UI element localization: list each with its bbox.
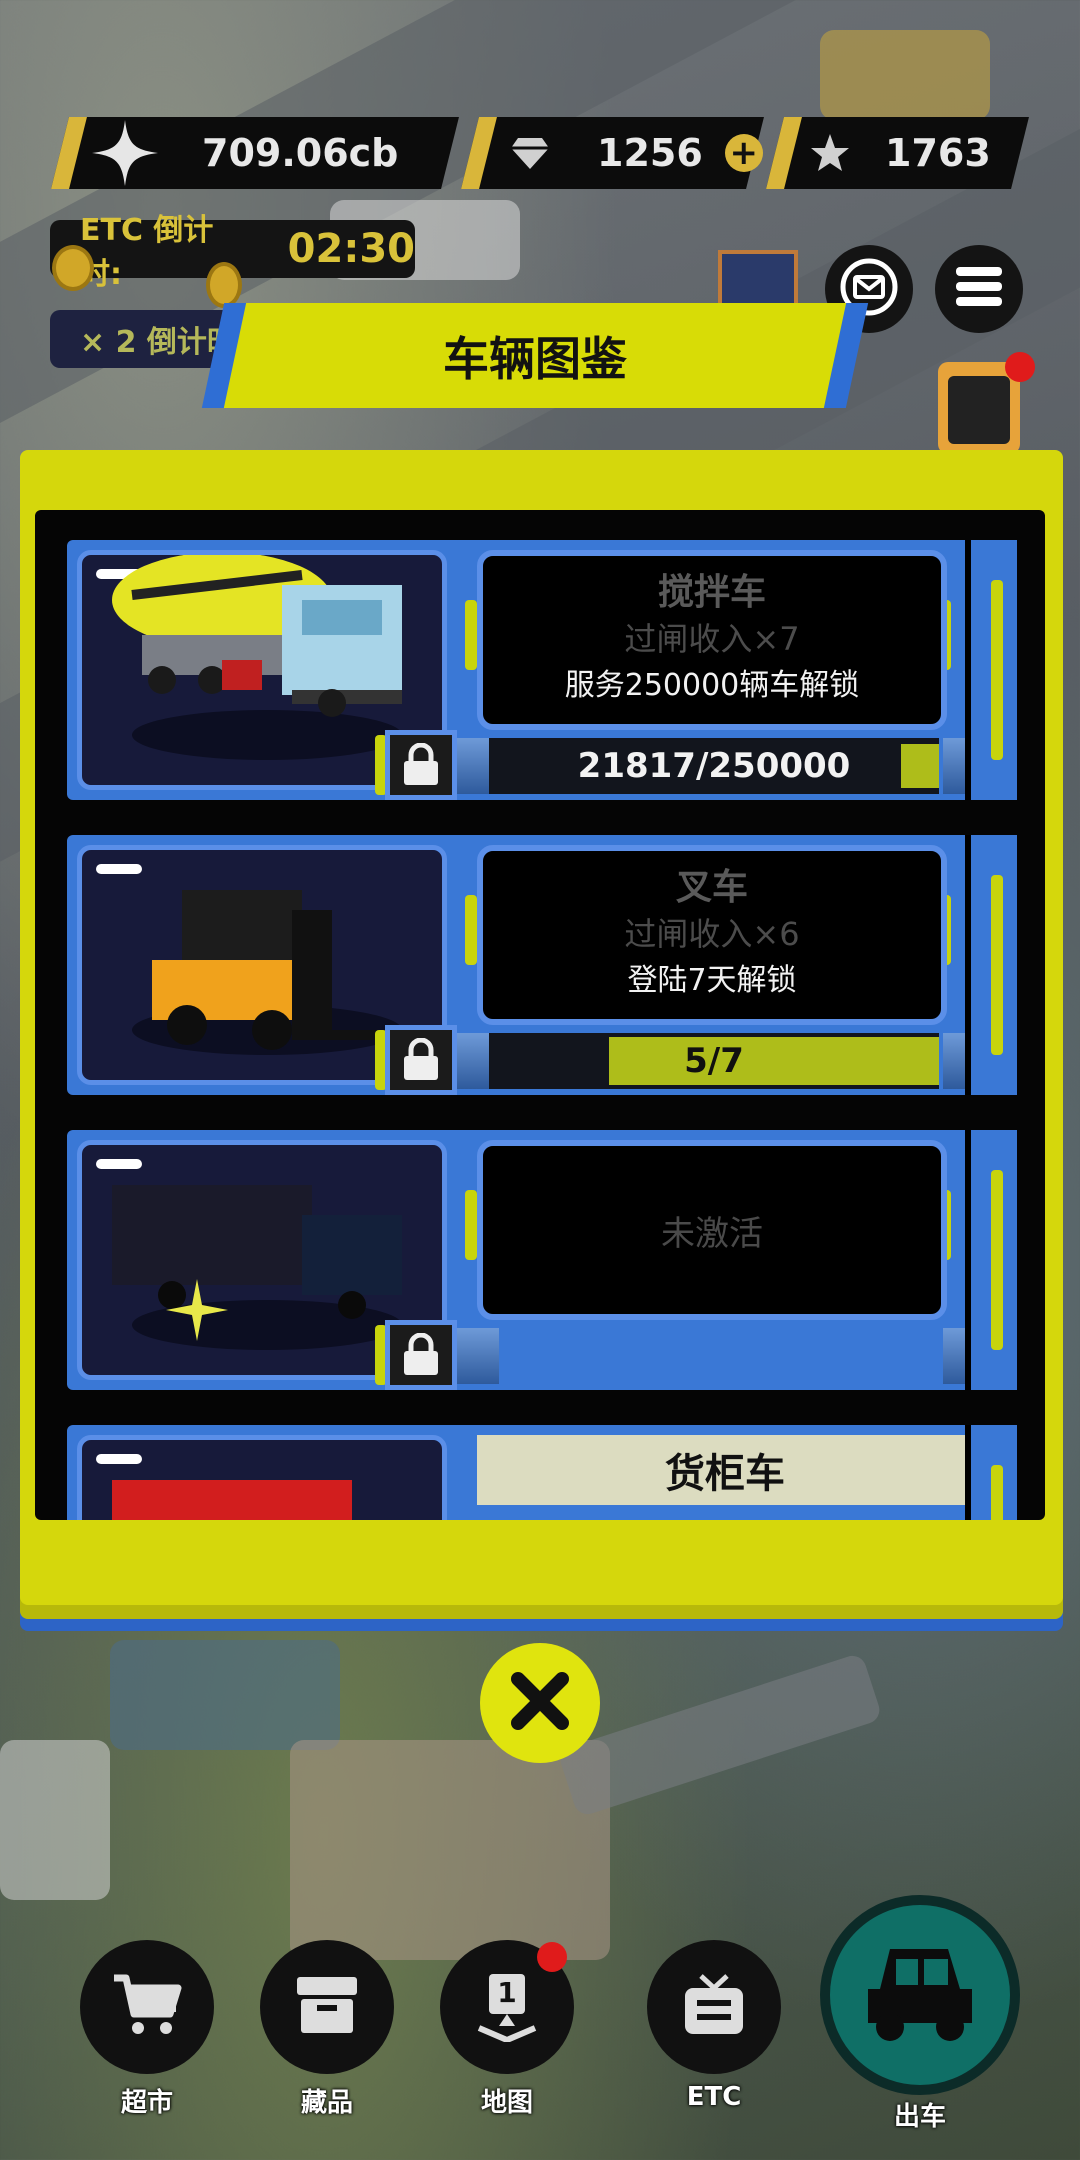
lock-icon [385,1320,457,1390]
background-van [0,1740,110,1900]
coin-icon [206,262,242,308]
lock-icon [385,730,457,800]
vehicle-progress-bar: 5/7 [489,1033,939,1089]
vehicle-income: 过闸收入×6 [624,915,800,953]
coins-value: 709.06cb [202,131,399,175]
sparkle-icon [166,1279,228,1341]
close-button[interactable] [480,1643,600,1763]
progress-text: 5/7 [684,1041,744,1081]
vehicle-unlock-condition: 登陆7天解锁 [627,963,797,998]
plus-icon: + [729,133,759,173]
menu-button[interactable] [935,245,1023,333]
gems-display: 1256 + [505,117,765,189]
background-bus [820,30,990,120]
background-bridge [557,1652,883,1818]
vehicle-unlock-condition: 服务250000辆车解锁 [564,668,860,703]
map-pin-icon: 1 [475,1972,539,2042]
gems-value: 1256 [597,131,703,175]
progress-text: 21817/250000 [577,746,851,786]
background-truck [110,1640,340,1750]
vehicle-name: 搅拌车 [657,572,766,613]
diamond-icon [505,136,555,170]
etc-label: ETC [686,2082,742,2112]
notification-dot [537,1942,567,1972]
vehicle-progress-bar: 21817/250000 [489,738,939,794]
vehicle-info: 未激活 [477,1140,947,1320]
sparkle-icon [80,118,170,188]
progress-fill [609,1037,939,1085]
collection-button[interactable] [260,1940,394,2074]
stars-value: 1763 [885,131,991,175]
coins-display: 709.06cb [80,117,440,189]
background-building [290,1740,610,1960]
vehicle-card[interactable]: 货柜车 [67,1425,1017,1520]
notes-icon [948,376,1010,444]
vehicle-card[interactable]: 叉车 过闸收入×6 登陆7天解锁 5/7 [67,835,1017,1095]
etc-timer-value: 02:30 [287,226,415,272]
add-gems-button[interactable]: + [724,133,763,173]
market-label: 超市 [120,2088,173,2118]
menu-icon [954,265,1004,313]
vehicle-info: 叉车 过闸收入×6 登陆7天解锁 [477,845,947,1025]
etc-button[interactable] [647,1940,781,2074]
vehicle-status: 未激活 [661,1213,763,1254]
depart-button[interactable] [820,1895,1020,2095]
market-button[interactable] [80,1940,214,2074]
vehicle-card[interactable]: 搅拌车 过闸收入×7 服务250000辆车解锁 21817/250000 [67,540,1017,800]
progress-fill [901,744,939,788]
collection-label: 藏品 [300,2088,353,2118]
star-icon [805,132,855,174]
vehicle-name: 叉车 [675,867,748,908]
notification-dot [1005,352,1035,382]
dialog-title: 车辆图鉴 [443,331,627,386]
cart-icon [112,1972,182,2042]
car-icon [860,1943,980,2047]
close-icon [508,1669,572,1737]
vehicle-name: 货柜车 [477,1435,973,1505]
coin-icon [52,245,94,291]
stars-display: 1763 [805,117,1025,189]
vehicle-list[interactable]: 搅拌车 过闸收入×7 服务250000辆车解锁 21817/250000 叉车 … [35,510,1045,1520]
vehicle-card[interactable]: 未激活 [67,1130,1017,1390]
box-icon [295,1975,359,2039]
tv-icon [681,1972,747,2042]
depart-label: 出车 [893,2102,946,2132]
map-badge-number: 1 [497,1976,517,2009]
multiplier-timer-label: × 2 倒计时 [80,325,237,360]
vehicle-image-container-truck [77,1435,447,1520]
lock-icon [385,1025,457,1095]
vehicle-info: 搅拌车 过闸收入×7 服务250000辆车解锁 [477,550,947,730]
map-label: 地图 [480,2088,533,2118]
vehicle-income: 过闸收入×7 [624,620,800,658]
mail-icon [840,258,898,320]
